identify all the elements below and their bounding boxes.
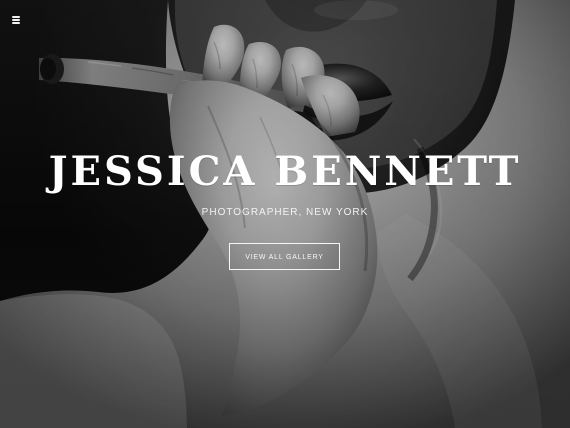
hero-title: JESSICA BENNETT xyxy=(48,148,522,195)
menu-button[interactable] xyxy=(12,15,24,25)
hamburger-line-middle xyxy=(12,19,20,21)
hamburger-line-bottom xyxy=(12,22,20,24)
hamburger-line-top xyxy=(12,16,20,18)
view-all-gallery-button[interactable]: VIEW ALL GALLERY xyxy=(229,243,340,270)
hero-section: JESSICA BENNETT PHOTOGRAPHER, NEW YORK V… xyxy=(0,0,570,428)
hero-subtitle: PHOTOGRAPHER, NEW YORK xyxy=(201,207,369,218)
hero-copy: JESSICA BENNETT PHOTOGRAPHER, NEW YORK xyxy=(0,150,570,219)
